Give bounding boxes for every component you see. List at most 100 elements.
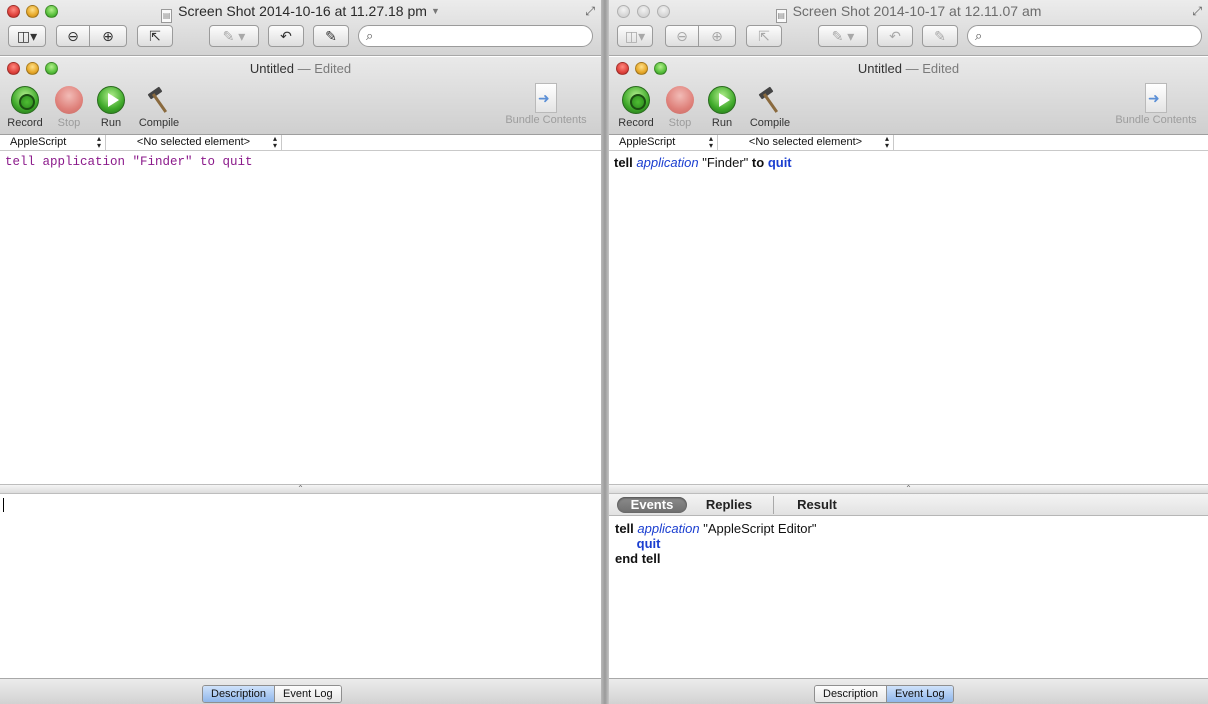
rotate-button[interactable]: ↶ bbox=[877, 25, 913, 47]
tab-result[interactable]: Result bbox=[789, 497, 845, 513]
run-button[interactable]: Run bbox=[697, 86, 747, 129]
document-icon: ▤ bbox=[775, 9, 787, 23]
zoom-in-button[interactable]: ⊕ bbox=[698, 25, 736, 47]
event-log-text[interactable]: tell application "AppleScript Editor" qu… bbox=[615, 521, 816, 566]
compile-button[interactable]: Compile bbox=[134, 86, 184, 129]
pane-splitter[interactable]: ⌃ bbox=[0, 484, 601, 494]
element-select[interactable]: <No selected element> ▴ ▾ bbox=[718, 135, 894, 150]
preview-window-right: ▤ Screen Shot 2014-10-17 at 12.11.07 am ⤢… bbox=[609, 0, 1208, 704]
edit-icon: ✎ bbox=[934, 28, 946, 44]
record-button[interactable]: Record bbox=[0, 86, 50, 129]
element-select[interactable]: <No selected element> ▴ ▾ bbox=[106, 135, 282, 150]
zoom-out-icon: ⊖ bbox=[676, 28, 688, 44]
sidebar-toggle-button[interactable]: ◫▾ bbox=[8, 25, 46, 47]
edit-icon: ✎ bbox=[325, 28, 337, 44]
stop-icon bbox=[666, 86, 694, 114]
script-editor[interactable]: tell application "Finder" to quit bbox=[0, 152, 601, 484]
log-tab-bar: Events Replies Result bbox=[609, 494, 1208, 516]
stop-icon bbox=[55, 86, 83, 114]
chevron-down-icon[interactable]: ▼ bbox=[431, 6, 440, 16]
tab-description[interactable]: Description bbox=[203, 686, 275, 702]
language-select[interactable]: AppleScript ▴ ▾ bbox=[0, 135, 106, 150]
updown-arrows-icon: ▴ ▾ bbox=[272, 134, 277, 150]
run-icon bbox=[708, 86, 736, 114]
record-icon bbox=[11, 86, 39, 114]
compile-button[interactable]: Compile bbox=[745, 86, 795, 129]
navigation-bar: AppleScript ▴ ▾ <No selected element> ▴ ▾ bbox=[0, 135, 601, 151]
bundle-contents-icon bbox=[535, 83, 557, 113]
footer-tab-group: Description Event Log bbox=[202, 685, 342, 703]
record-button[interactable]: Record bbox=[611, 86, 661, 129]
search-icon: ⌕ bbox=[366, 28, 374, 43]
rotate-icon: ↶ bbox=[280, 28, 292, 44]
sidebar-toggle-icon: ◫▾ bbox=[16, 28, 38, 44]
preview-window-left: ▤ Screen Shot 2014-10-16 at 11.27.18 pm ▼ … bbox=[0, 0, 601, 704]
rotate-icon: ↶ bbox=[889, 28, 901, 44]
language-select[interactable]: AppleScript ▴ ▾ bbox=[609, 135, 718, 150]
editor-title: Untitled — Edited bbox=[249, 61, 352, 76]
edit-button[interactable]: ✎ bbox=[313, 25, 349, 47]
markup-button[interactable]: ✎ ▾ bbox=[818, 25, 868, 47]
editor-footer: Description Event Log bbox=[0, 678, 601, 704]
rotate-button[interactable]: ↶ bbox=[268, 25, 304, 47]
edit-button[interactable]: ✎ bbox=[922, 25, 958, 47]
script-editor[interactable]: tell application "Finder" to quit bbox=[609, 152, 1208, 484]
share-button[interactable]: ⇱ bbox=[746, 25, 782, 47]
navigation-bar: AppleScript ▴ ▾ <No selected element> ▴ ▾ bbox=[609, 135, 1208, 151]
zoom-out-button[interactable]: ⊖ bbox=[56, 25, 90, 47]
window-title[interactable]: ▤ Screen Shot 2014-10-17 at 12.11.07 am bbox=[609, 3, 1208, 23]
editor-title: Untitled — Edited bbox=[857, 61, 960, 76]
search-input[interactable] bbox=[383, 28, 584, 44]
run-icon bbox=[97, 86, 125, 114]
zoom-in-button[interactable]: ⊕ bbox=[89, 25, 127, 47]
text-caret bbox=[3, 498, 4, 512]
fullscreen-icon[interactable]: ⤢ bbox=[585, 4, 595, 19]
sidebar-toggle-icon: ◫▾ bbox=[624, 28, 646, 44]
tab-replies[interactable]: Replies bbox=[699, 497, 759, 513]
updown-arrows-icon: ▴ ▾ bbox=[708, 134, 713, 150]
preview-titlebar: ▤ Screen Shot 2014-10-17 at 12.11.07 am ⤢… bbox=[609, 0, 1208, 56]
bundle-contents-button[interactable]: Bundle Contents bbox=[496, 83, 596, 126]
bundle-contents-button[interactable]: Bundle Contents bbox=[1106, 83, 1206, 126]
search-field[interactable]: ⌕ bbox=[358, 25, 593, 47]
zoom-out-button[interactable]: ⊖ bbox=[665, 25, 699, 47]
tab-separator bbox=[773, 496, 774, 514]
fullscreen-icon[interactable]: ⤢ bbox=[1192, 4, 1202, 19]
sidebar-toggle-button[interactable]: ◫▾ bbox=[617, 25, 653, 47]
bundle-contents-icon bbox=[1145, 83, 1167, 113]
document-icon: ▤ bbox=[161, 9, 173, 23]
window-title[interactable]: ▤ Screen Shot 2014-10-16 at 11.27.18 pm ▼ bbox=[0, 3, 601, 23]
editor-footer: Description Event Log bbox=[609, 678, 1208, 704]
zoom-in-icon: ⊕ bbox=[102, 28, 114, 44]
share-icon: ⇱ bbox=[149, 28, 161, 44]
compile-hammer-icon bbox=[756, 86, 784, 114]
updown-arrows-icon: ▴ ▾ bbox=[884, 134, 889, 150]
markup-pen-icon: ✎ ▾ bbox=[831, 28, 855, 44]
search-field[interactable]: ⌕ bbox=[967, 25, 1202, 47]
log-area: Events Replies Result tell application "… bbox=[609, 494, 1208, 678]
search-input[interactable] bbox=[992, 28, 1193, 44]
updown-arrows-icon: ▴ ▾ bbox=[96, 134, 101, 150]
run-button[interactable]: Run bbox=[86, 86, 136, 129]
script-text[interactable]: tell application "Finder" to quit bbox=[5, 155, 596, 169]
script-editor-titlebar: Untitled — Edited Record Stop Run Compil… bbox=[0, 57, 601, 135]
markup-pen-icon: ✎ ▾ bbox=[222, 28, 246, 44]
tab-event-log[interactable]: Event Log bbox=[274, 686, 341, 702]
markup-button[interactable]: ✎ ▾ bbox=[209, 25, 259, 47]
zoom-in-icon: ⊕ bbox=[711, 28, 723, 44]
pane-splitter[interactable]: ⌃ bbox=[609, 484, 1208, 494]
script-editor-titlebar: Untitled — Edited Record Stop Run Compil… bbox=[609, 57, 1208, 135]
script-text[interactable]: tell application "Finder" to quit bbox=[614, 155, 1203, 170]
record-icon bbox=[622, 86, 650, 114]
tab-description[interactable]: Description bbox=[815, 686, 887, 702]
description-area[interactable] bbox=[0, 494, 601, 678]
tab-events[interactable]: Events bbox=[617, 497, 687, 513]
share-icon: ⇱ bbox=[758, 28, 770, 44]
preview-titlebar: ▤ Screen Shot 2014-10-16 at 11.27.18 pm ▼ … bbox=[0, 0, 601, 56]
tab-event-log[interactable]: Event Log bbox=[886, 686, 953, 702]
search-icon: ⌕ bbox=[975, 28, 983, 43]
window-divider bbox=[601, 0, 609, 704]
footer-tab-group: Description Event Log bbox=[814, 685, 954, 703]
zoom-out-icon: ⊖ bbox=[67, 28, 79, 44]
share-button[interactable]: ⇱ bbox=[137, 25, 173, 47]
